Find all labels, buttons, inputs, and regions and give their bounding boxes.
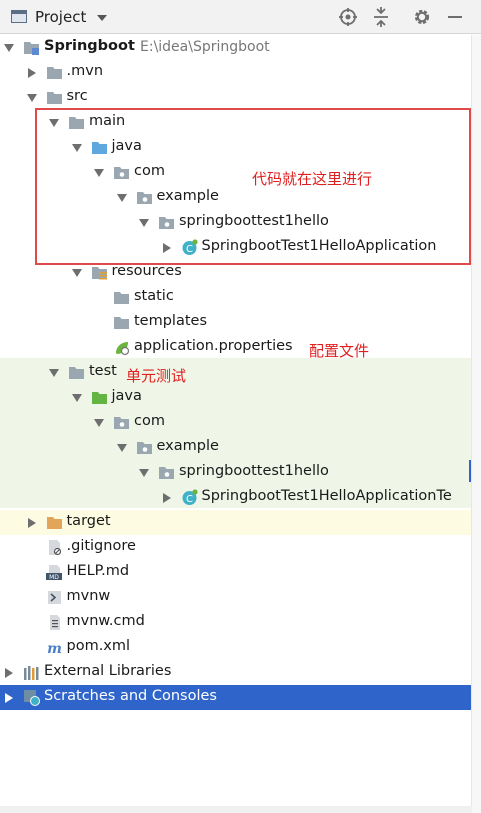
tree-node[interactable]: java: [0, 385, 472, 410]
collapse-arrow-icon[interactable]: [5, 668, 13, 678]
tree-node-label: example: [156, 438, 219, 454]
maven-file-icon: m: [46, 639, 63, 656]
folder-icon: [113, 289, 130, 306]
scratches-icon: [23, 689, 40, 706]
svg-text:C: C: [186, 494, 193, 505]
vertical-scrollbar[interactable]: [471, 35, 481, 813]
collapse-arrow-icon[interactable]: [27, 68, 36, 78]
tree-node-label: templates: [134, 313, 208, 329]
expand-arrow-icon[interactable]: [139, 469, 149, 477]
horizontal-scrollbar[interactable]: [0, 806, 472, 813]
gear-icon[interactable]: [412, 7, 432, 27]
expand-arrow-icon[interactable]: [4, 44, 14, 52]
project-view-icon: [11, 10, 27, 23]
tree-node[interactable]: MD HELP.md: [0, 560, 472, 585]
expand-arrow-icon[interactable]: [94, 419, 104, 427]
tree-node-label: HELP.md: [66, 563, 130, 579]
package-icon: [158, 464, 175, 481]
tree-node-label: static: [134, 288, 174, 304]
expand-arrow-icon[interactable]: [71, 394, 82, 402]
collapse-all-icon[interactable]: [371, 7, 391, 27]
tree-node-label: target: [66, 513, 111, 529]
expand-arrow-icon[interactable]: [26, 94, 37, 102]
tree-node[interactable]: External Libraries: [0, 660, 472, 685]
minimize-icon[interactable]: [445, 7, 465, 27]
tree-node-label: test: [89, 363, 117, 379]
expand-arrow-icon[interactable]: [71, 269, 82, 277]
tree-node-path: E:\idea\Springboot: [140, 39, 270, 55]
tree-node[interactable]: C SpringbootTest1HelloApplicationTe: [0, 485, 472, 510]
tree-node-label: SpringbootTest1HelloApplicationTe: [201, 488, 452, 504]
tree-node-label: src: [66, 88, 88, 104]
tree-node[interactable]: templates: [0, 310, 472, 335]
tree-node-label: java: [111, 388, 142, 404]
tree-node[interactable]: springboottest1hello: [0, 460, 472, 485]
folder-icon: [46, 89, 63, 106]
excluded-folder-icon: [46, 514, 63, 531]
package-icon: [113, 414, 130, 431]
expand-arrow-icon[interactable]: [49, 369, 59, 377]
tree-node-label: mvnw: [66, 588, 111, 604]
annotation-unit-test: 单元测试: [126, 367, 187, 385]
collapse-arrow-icon[interactable]: [5, 693, 13, 703]
folder-icon: [113, 314, 130, 331]
tree-node[interactable]: .gitignore: [0, 535, 472, 560]
folder-icon: [68, 364, 85, 381]
locate-icon[interactable]: [338, 7, 358, 27]
spring-properties-icon: [113, 339, 130, 356]
svg-text:MD: MD: [49, 574, 59, 581]
tree-node[interactable]: test: [0, 360, 472, 385]
gitignore-file-icon: [46, 539, 63, 556]
tree-node[interactable]: com: [0, 410, 472, 435]
folder-icon: [46, 64, 63, 81]
project-tool-window-header: Project: [0, 0, 481, 34]
view-dropdown-icon[interactable]: [97, 15, 107, 21]
tree-node[interactable]: m pom.xml: [0, 635, 472, 660]
tree-node[interactable]: static: [0, 285, 472, 310]
annotation-config-file: 配置文件: [309, 342, 370, 360]
tree-node-label: com: [134, 413, 165, 429]
tree-node-label: External Libraries: [44, 663, 172, 679]
tree-node-label: pom.xml: [66, 638, 131, 654]
svg-text:m: m: [47, 641, 62, 656]
tree-node-label: .gitignore: [66, 538, 136, 554]
collapse-arrow-icon[interactable]: [27, 518, 36, 528]
text-file-icon: [46, 614, 63, 631]
tree-node-label: Springboot: [44, 38, 135, 54]
tree-node[interactable]: target: [0, 510, 472, 535]
tree-node[interactable]: .mvn: [0, 60, 472, 85]
tree-node[interactable]: Scratches and Consoles: [0, 685, 472, 710]
expand-arrow-icon[interactable]: [116, 444, 127, 452]
markdown-file-icon: MD: [45, 564, 63, 581]
view-title[interactable]: Project: [35, 8, 86, 26]
shell-file-icon: [46, 589, 63, 606]
libraries-icon: [23, 664, 40, 681]
spring-class-icon: C: [181, 489, 198, 506]
tree-node[interactable]: src: [0, 85, 472, 110]
tree-node[interactable]: mvnw.cmd: [0, 610, 472, 635]
tree-node-label: springboottest1hello: [179, 463, 329, 479]
resources-folder-icon: [91, 264, 108, 281]
tree-node[interactable]: Springboot E:\idea\Springboot: [0, 35, 472, 60]
tree-node-label: .mvn: [66, 63, 104, 79]
tree-node[interactable]: application.properties: [0, 335, 472, 360]
tree-node-label: Scratches and Consoles: [44, 688, 217, 704]
tree-node-label: resources: [111, 263, 182, 279]
annotation-code-here: 代码就在这里进行: [252, 170, 373, 188]
module-folder-icon: [23, 39, 40, 56]
test-source-folder-icon: [91, 389, 108, 406]
tree-node-label: mvnw.cmd: [66, 613, 145, 629]
tree-node-label: application.properties: [134, 338, 293, 354]
tree-node[interactable]: example: [0, 435, 472, 460]
collapse-arrow-icon[interactable]: [162, 493, 171, 503]
tree-node[interactable]: mvnw: [0, 585, 472, 610]
package-icon: [136, 439, 153, 456]
